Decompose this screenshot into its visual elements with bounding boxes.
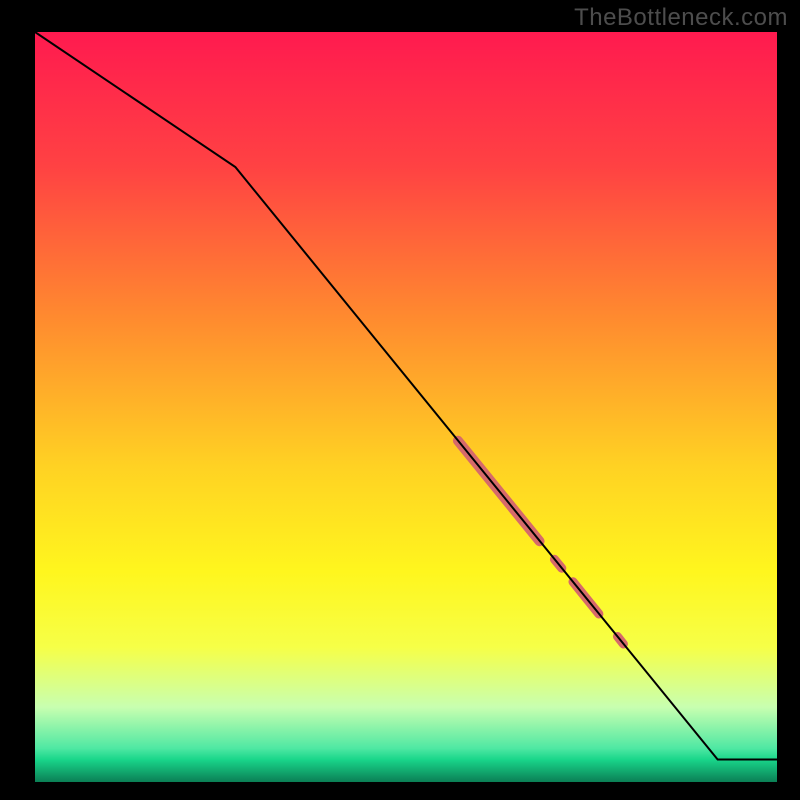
watermark-text: TheBottleneck.com	[574, 4, 788, 32]
chart-stage: TheBottleneck.com	[0, 0, 800, 800]
plot-background	[35, 32, 777, 782]
bottleneck-chart	[0, 0, 800, 800]
